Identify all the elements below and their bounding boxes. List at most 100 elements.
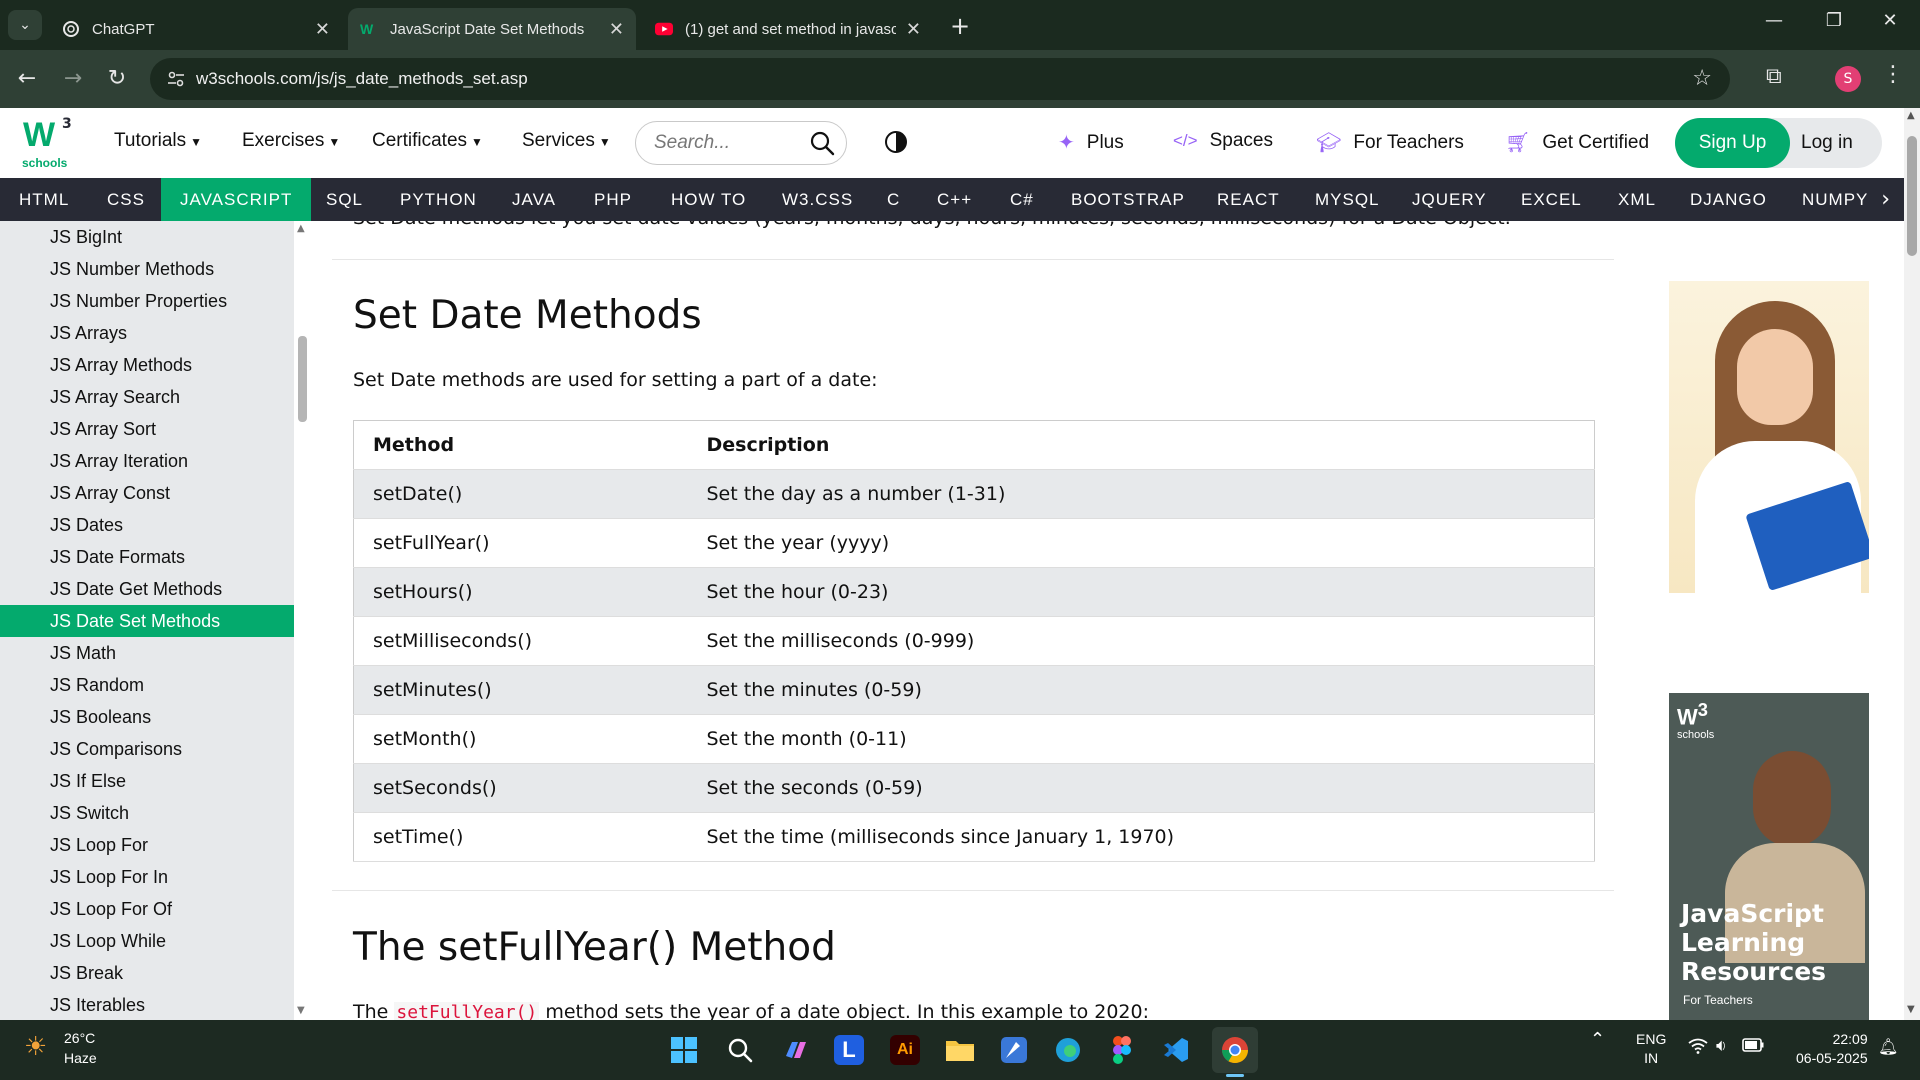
nav-exercises[interactable]: Exercises ▼ (242, 130, 340, 152)
back-button[interactable]: ← (12, 64, 42, 94)
sidebar-scrollbar[interactable]: ▲ ▼ (294, 221, 310, 1020)
close-window-button[interactable]: ✕ (1870, 10, 1910, 31)
profile-avatar[interactable]: S (1835, 66, 1861, 92)
subnav-python[interactable]: PYTHON (400, 178, 477, 221)
volume-icon[interactable]: 🔉︎ (1716, 1036, 1727, 1055)
scroll-up-icon[interactable]: ▲ (297, 223, 305, 234)
restore-button[interactable]: ❐ (1814, 10, 1854, 31)
sidebar-item-array-sort[interactable]: JS Array Sort (0, 413, 294, 445)
chevron-right-icon[interactable]: › (1881, 178, 1890, 221)
sidebar-item-booleans[interactable]: JS Booleans (0, 701, 294, 733)
subnav-css[interactable]: CSS (107, 178, 145, 221)
w3schools-logo[interactable]: W 3 schools (20, 116, 76, 172)
sidebar-item-math[interactable]: JS Math (0, 637, 294, 669)
sidebar-item-arrays[interactable]: JS Arrays (0, 317, 294, 349)
page-scrollbar[interactable]: ▲ ▼ (1904, 108, 1920, 1020)
l-app[interactable]: L (834, 1035, 864, 1065)
vscode-app[interactable] (1158, 1032, 1194, 1068)
chrome-app[interactable] (1212, 1027, 1258, 1073)
page-scroll-thumb[interactable] (1907, 136, 1917, 256)
sidebar-item-number-properties[interactable]: JS Number Properties (0, 285, 294, 317)
subnav-numpy[interactable]: NUMPY (1802, 178, 1868, 221)
close-icon[interactable]: ✕ (906, 19, 921, 40)
tab-youtube[interactable]: (1) get and set method in javasc ✕ (643, 8, 933, 50)
sidebar-item-date-formats[interactable]: JS Date Formats (0, 541, 294, 573)
dark-mode-toggle-icon[interactable] (885, 131, 907, 153)
edge-app[interactable] (1050, 1032, 1086, 1068)
sidebar-item-comparisons[interactable]: JS Comparisons (0, 733, 294, 765)
subnav-csharp[interactable]: C# (1010, 178, 1034, 221)
subnav-howto[interactable]: HOW TO (671, 178, 746, 221)
wifi-icon[interactable] (1688, 1038, 1708, 1059)
start-button[interactable] (666, 1032, 702, 1068)
sidebar-item-array-search[interactable]: JS Array Search (0, 381, 294, 413)
clock[interactable]: 22:09 06-05-2025 (1796, 1030, 1868, 1068)
illustrator-app[interactable]: Ai (890, 1035, 920, 1065)
search-input[interactable] (654, 132, 804, 154)
copilot-app[interactable] (778, 1032, 814, 1068)
log-in-button[interactable]: Log in (1801, 118, 1853, 168)
sidebar-item-random[interactable]: JS Random (0, 669, 294, 701)
ad-banner-teachers[interactable]: W3 schools JavaScript Learning Resources… (1669, 693, 1869, 1020)
sidebar-item-iterables[interactable]: JS Iterables (0, 989, 294, 1020)
figma-app[interactable] (1104, 1032, 1140, 1068)
reload-button[interactable]: ↻ (102, 64, 132, 94)
site-settings-icon[interactable] (166, 69, 186, 89)
bookmark-star-icon[interactable]: ☆ (1692, 66, 1712, 91)
tab-chatgpt[interactable]: ChatGPT ✕ (50, 8, 342, 50)
subnav-c[interactable]: C (887, 178, 900, 221)
ad-banner-student[interactable] (1669, 281, 1869, 593)
nav-certificates[interactable]: Certificates ▼ (372, 130, 483, 152)
search-taskbar-button[interactable] (722, 1032, 758, 1068)
scroll-up-icon[interactable]: ▲ (1907, 110, 1915, 121)
subnav-react[interactable]: REACT (1217, 178, 1280, 221)
plus-link[interactable]: ✦ Plus (1058, 130, 1124, 155)
drawing-app[interactable] (996, 1032, 1032, 1068)
subnav-java[interactable]: JAVA (512, 178, 556, 221)
subnav-php[interactable]: PHP (594, 178, 632, 221)
nav-tutorials[interactable]: Tutorials ▼ (114, 130, 202, 152)
subnav-mysql[interactable]: MYSQL (1315, 178, 1380, 221)
sidebar-item-bigint[interactable]: JS BigInt (0, 221, 294, 253)
sidebar-item-dates[interactable]: JS Dates (0, 509, 294, 541)
tab-search-button[interactable]: ⌄ (8, 10, 42, 40)
subnav-javascript[interactable]: JAVASCRIPT (161, 178, 312, 221)
sidebar-item-date-set-methods[interactable]: JS Date Set Methods (0, 605, 294, 637)
close-icon[interactable]: ✕ (609, 19, 624, 40)
sidebar-item-switch[interactable]: JS Switch (0, 797, 294, 829)
subnav-bootstrap[interactable]: BOOTSTRAP (1071, 178, 1185, 221)
forward-button[interactable]: → (58, 64, 88, 94)
chevron-up-icon[interactable]: ⌃ (1590, 1030, 1605, 1049)
minimize-button[interactable]: — (1754, 10, 1794, 31)
subnav-w3css[interactable]: W3.CSS (782, 178, 853, 221)
sidebar-item-loop-for[interactable]: JS Loop For (0, 829, 294, 861)
battery-icon[interactable] (1742, 1038, 1764, 1057)
notification-bell-icon[interactable]: 🔔︎ (1878, 1038, 1898, 1057)
scroll-down-icon[interactable]: ▼ (1907, 1004, 1915, 1015)
scroll-down-icon[interactable]: ▼ (297, 1005, 305, 1016)
sidebar-item-array-const[interactable]: JS Array Const (0, 477, 294, 509)
sidebar-item-loop-while[interactable]: JS Loop While (0, 925, 294, 957)
sidebar-item-array-methods[interactable]: JS Array Methods (0, 349, 294, 381)
subnav-django[interactable]: DJANGO (1690, 178, 1767, 221)
subnav-sql[interactable]: SQL (326, 178, 363, 221)
sidebar-item-break[interactable]: JS Break (0, 957, 294, 989)
weather-haze-icon[interactable]: ☀ (24, 1032, 54, 1062)
close-icon[interactable]: ✕ (315, 19, 330, 40)
address-bar[interactable]: w3schools.com/js/js_date_methods_set.asp… (150, 58, 1730, 100)
new-tab-button[interactable]: + (950, 12, 970, 40)
search-icon[interactable] (808, 129, 836, 157)
extensions-icon[interactable]: ⧉ (1766, 64, 1782, 89)
tab-w3schools[interactable]: W JavaScript Date Set Methods ✕ (348, 8, 636, 50)
more-menu-icon[interactable]: ⋮ (1882, 62, 1904, 87)
sidebar-scroll-thumb[interactable] (298, 336, 307, 422)
get-certified-link[interactable]: 🛒︎ Get Certified (1505, 130, 1649, 155)
file-explorer-app[interactable] (942, 1032, 978, 1068)
subnav-excel[interactable]: EXCEL (1521, 178, 1582, 221)
teachers-link[interactable]: 🎓︎ For Teachers (1316, 130, 1464, 155)
nav-services[interactable]: Services ▼ (522, 130, 611, 152)
sidebar-item-array-iteration[interactable]: JS Array Iteration (0, 445, 294, 477)
sidebar-item-if-else[interactable]: JS If Else (0, 765, 294, 797)
sign-up-button[interactable]: Sign Up (1675, 118, 1790, 168)
sidebar-item-number-methods[interactable]: JS Number Methods (0, 253, 294, 285)
